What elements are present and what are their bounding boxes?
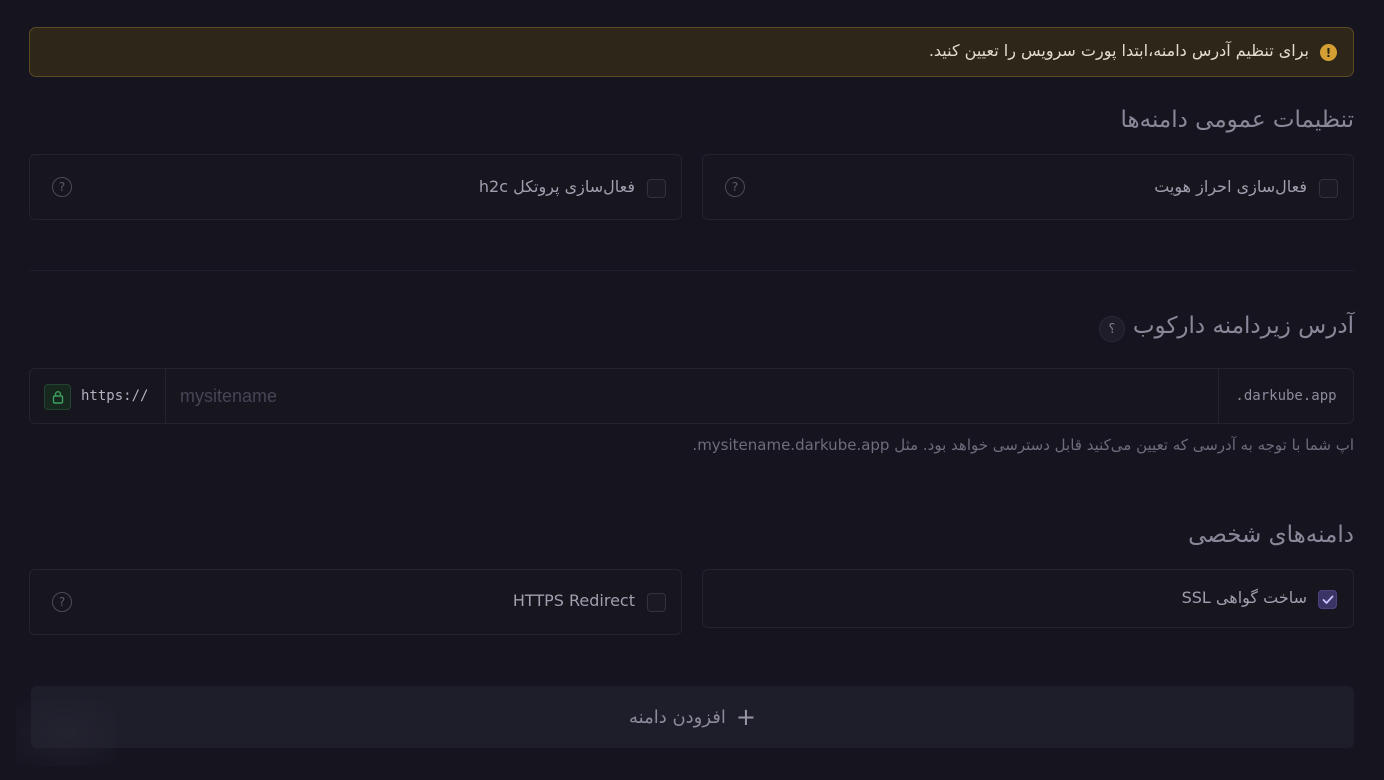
h2c-label: فعال‌سازی پروتکل h2c: [478, 177, 635, 196]
protocol-text: https://: [81, 388, 149, 404]
lock-icon: [44, 384, 71, 410]
h2c-card: فعال‌سازی پروتکل h2c ?: [29, 154, 682, 220]
general-settings-title: تنظیمات عمومی دامنه‌ها: [1120, 107, 1354, 133]
section-divider: [29, 270, 1354, 271]
plus-icon: +: [735, 703, 757, 731]
auth-checkbox[interactable]: [1319, 179, 1338, 198]
subdomain-field: https:// .darkube.app: [29, 368, 1354, 424]
add-domain-button[interactable]: + افزودن دامنه: [31, 686, 1354, 748]
h2c-checkbox[interactable]: [647, 179, 666, 198]
h2c-help-icon[interactable]: ?: [52, 177, 72, 197]
warning-icon: !: [1320, 44, 1337, 61]
subdomain-input[interactable]: [180, 383, 1210, 409]
subdomain-help-icon[interactable]: ؟: [1099, 316, 1125, 342]
subdomain-hint: اپ شما با توجه به آدرسی که تعیین می‌کنید…: [692, 436, 1354, 454]
https-redirect-card: HTTPS Redirect ?: [29, 569, 682, 635]
checkmark-icon: [1322, 595, 1333, 604]
https-redirect-help-icon[interactable]: ?: [52, 592, 72, 612]
custom-domains-title: دامنه‌های شخصی: [1188, 522, 1354, 548]
domain-suffix: .darkube.app: [1218, 369, 1353, 423]
https-redirect-checkbox[interactable]: [647, 593, 666, 612]
auth-help-icon[interactable]: ?: [725, 177, 745, 197]
protocol-prefix: https://: [30, 369, 166, 423]
ssl-card: ساخت گواهی SSL: [702, 569, 1354, 628]
https-redirect-label: HTTPS Redirect: [512, 591, 635, 610]
alert-message: برای تنظیم آدرس دامنه،ابتدا پورت سرویس ر…: [928, 41, 1309, 60]
auth-card: فعال‌سازی احراز هویت ?: [702, 154, 1354, 220]
add-domain-label: افزودن دامنه: [628, 706, 726, 728]
subdomain-title: آدرس زیردامنه دارکوب: [1132, 313, 1354, 339]
decorative-shade: [16, 700, 116, 766]
ssl-checkbox[interactable]: [1318, 590, 1337, 609]
port-warning-alert: ! برای تنظیم آدرس دامنه،ابتدا پورت سرویس…: [29, 27, 1354, 77]
ssl-label: ساخت گواهی SSL: [1181, 588, 1307, 607]
auth-label: فعال‌سازی احراز هویت: [1154, 177, 1307, 196]
